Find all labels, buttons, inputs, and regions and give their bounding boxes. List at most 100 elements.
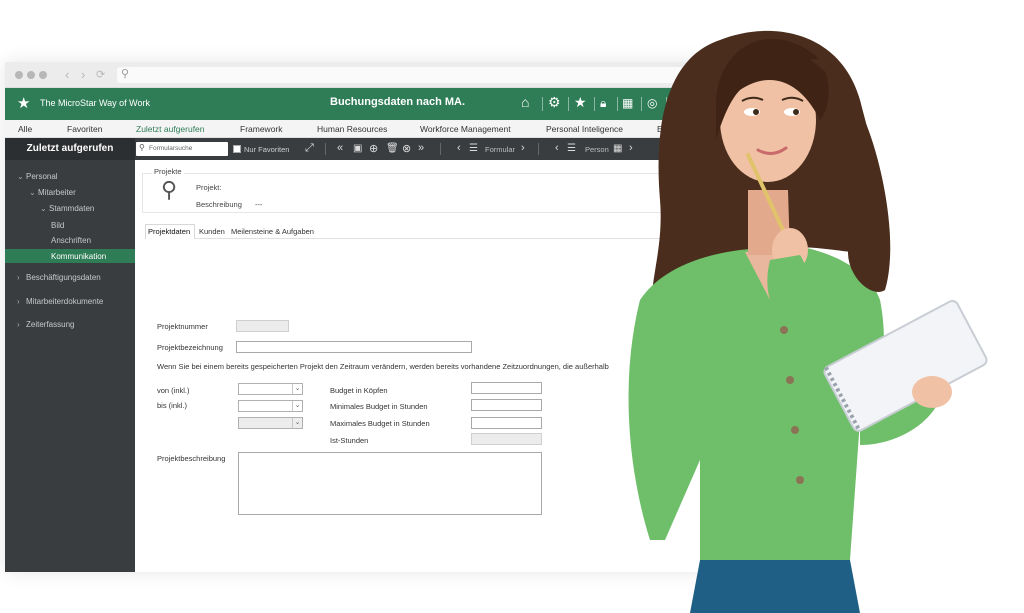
von-label: von (inkl.) [157, 386, 190, 395]
prev-form-icon[interactable]: ‹ [457, 142, 461, 154]
star-logo-icon: ★ [17, 95, 31, 112]
description-value: --- [255, 200, 263, 209]
extra-select[interactable]: ⌄ [238, 417, 303, 429]
description-label: Beschreibung [196, 200, 242, 209]
projektbezeichnung-field[interactable] [236, 341, 472, 353]
divider [538, 143, 539, 155]
budget-koepfe-label: Budget in Köpfen [330, 386, 388, 395]
cancel-icon[interactable]: ⊗ [402, 142, 411, 155]
first-record-icon[interactable]: « [337, 142, 343, 154]
sidebar-item-bild[interactable]: Bild [51, 221, 64, 230]
max-budget-field[interactable] [471, 417, 542, 429]
tab-kunden[interactable]: Kunden [199, 227, 225, 236]
ist-stunden-field [471, 433, 542, 445]
von-date-select[interactable]: ⌄ [238, 383, 303, 395]
chevron-right-icon: › [17, 297, 20, 306]
sidebar-item-label: Zeiterfassung [26, 320, 75, 329]
divider [594, 97, 595, 111]
sidebar-item-mitarbeiter[interactable]: ⌄ Mitarbeiter [29, 188, 76, 197]
projektnummer-label: Projektnummer [157, 322, 208, 331]
projektbezeichnung-label: Projektbezeichnung [157, 343, 223, 352]
favorites-checkbox[interactable] [233, 145, 241, 153]
sidebar-item-mitarbeiterdokumente[interactable]: › Mitarbeiterdokumente [17, 297, 103, 306]
next-form-icon[interactable]: › [521, 142, 525, 154]
star-icon[interactable]: ★ [574, 94, 587, 111]
chevron-down-icon: ⌄ [292, 384, 302, 394]
menu-item-human-resources[interactable]: Human Resources [317, 124, 387, 134]
sidebar-item-label: Kommunikation [51, 252, 107, 261]
sidebar-item-label: Personal [26, 172, 58, 181]
delete-icon[interactable]: 🗑︎ [386, 143, 399, 154]
divider [542, 97, 543, 111]
bis-label: bis (inkl.) [157, 401, 188, 410]
projektbeschreibung-textarea[interactable] [238, 452, 542, 515]
sidebar-item-label: Anschriften [51, 236, 92, 245]
sidebar-tree: ⌄ Personal ⌄ Mitarbeiter ⌄ Stammdaten Bild … [5, 160, 135, 572]
add-icon[interactable]: ⊕ [369, 142, 378, 155]
form-search-input[interactable]: ⚲ Formularsuche [136, 142, 228, 156]
list-icon[interactable]: ☰ [469, 143, 478, 154]
favorites-label: Nur Favoriten [244, 145, 290, 154]
brand-name: The MicroStar Way of Work [40, 98, 151, 108]
chevron-right-icon: › [17, 273, 20, 282]
reload-icon[interactable]: ⟳ [96, 68, 105, 81]
project-box-label: Projekte [152, 167, 184, 176]
home-icon[interactable]: ⌂ [521, 94, 529, 110]
budget-koepfe-field[interactable] [471, 382, 542, 394]
chevron-down-icon: ⌄ [17, 172, 24, 181]
tab-meilensteine[interactable]: Meilensteine & Aufgaben [231, 227, 314, 236]
window-dot-close[interactable] [15, 71, 23, 79]
sidebar-item-zeiterfassung[interactable]: › Zeiterfassung [17, 320, 74, 329]
project-search-icon[interactable]: ⚲ [161, 177, 177, 203]
window-dot-maximize[interactable] [39, 71, 47, 79]
search-icon: ⚲ [121, 68, 130, 80]
expand-icon[interactable]: ⤢ [305, 142, 314, 155]
bis-date-select[interactable]: ⌄ [238, 400, 303, 412]
window-dot-minimize[interactable] [27, 71, 35, 79]
sidebar-item-label: Beschäftigungsdaten [26, 273, 101, 282]
min-budget-label: Minimales Budget in Stunden [330, 402, 428, 411]
project-label: Projekt: [196, 183, 222, 192]
min-budget-field[interactable] [471, 399, 542, 411]
prev-person-icon[interactable]: ‹ [555, 142, 559, 154]
max-budget-label: Maximales Budget in Stunden [330, 419, 430, 428]
sidebar-item-beschaeftigungsdaten[interactable]: › Beschäftigungsdaten [17, 273, 101, 282]
save-icon[interactable]: ▣ [353, 143, 362, 154]
ist-stunden-label: Ist-Stunden [330, 436, 369, 445]
page-title: Buchungsdaten nach MA. [330, 96, 466, 108]
menu-item-framework[interactable]: Framework [240, 124, 283, 134]
search-icon: ⚲ [139, 143, 145, 152]
divider [325, 143, 326, 155]
last-record-icon[interactable]: » [418, 142, 424, 154]
sidebar-item-label: Stammdaten [49, 204, 95, 213]
gear-icon[interactable]: ⚙ [548, 94, 561, 111]
projektbeschreibung-label: Projektbeschreibung [157, 454, 226, 463]
chevron-down-icon: ⌄ [29, 188, 36, 197]
divider [440, 143, 441, 155]
back-arrow-icon[interactable]: ‹ [65, 67, 69, 82]
screenshot-stage: ‹ › ⟳ ⚲ ★ The MicroStar Way of Work Buch… [0, 0, 1024, 613]
menu-item-zuletzt[interactable]: Zuletzt aufgerufen [136, 124, 205, 134]
sidebar-item-label: Mitarbeiter [38, 188, 76, 197]
chevron-down-icon: ⌄ [292, 401, 302, 411]
tab-projektdaten[interactable]: Projektdaten [148, 227, 190, 236]
woman-with-notebook-image [628, 30, 988, 613]
list-icon[interactable]: ☰ [567, 143, 576, 154]
toolbar-title: Zuletzt aufgerufen [5, 138, 135, 160]
form-search-placeholder: Formularsuche [149, 145, 193, 152]
menu-item-alle[interactable]: Alle [18, 124, 32, 134]
sidebar-item-personal[interactable]: ⌄ Personal [17, 172, 58, 181]
divider [568, 97, 569, 111]
sidebar-item-stammdaten[interactable]: ⌄ Stammdaten [40, 204, 94, 213]
projektnummer-field[interactable] [236, 320, 289, 332]
forward-arrow-icon[interactable]: › [81, 67, 85, 82]
formular-label: Formular [485, 145, 516, 154]
chevron-down-icon: ⌄ [40, 204, 47, 213]
chevron-right-icon: › [17, 320, 20, 329]
chevron-down-icon: ⌄ [292, 418, 302, 428]
menu-item-favoriten[interactable]: Favoriten [67, 124, 102, 134]
sidebar-item-label: Mitarbeiterdokumente [26, 297, 104, 306]
menu-item-workforce[interactable]: Workforce Management [420, 124, 511, 134]
sidebar-item-anschriften[interactable]: Anschriften [51, 236, 91, 245]
sidebar-item-kommunikation[interactable]: Kommunikation [51, 252, 106, 261]
